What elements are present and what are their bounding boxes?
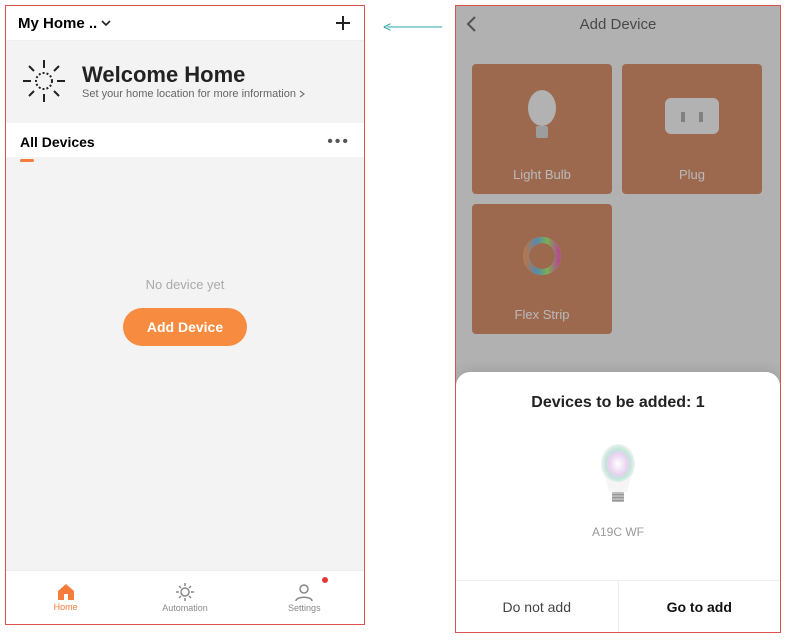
notification-badge: [322, 577, 328, 583]
chevron-right-icon: [298, 90, 306, 98]
tabs-row: All Devices •••: [6, 123, 364, 157]
sheet-actions: Do not add Go to add: [456, 580, 780, 632]
go-to-add-button[interactable]: Go to add: [619, 581, 781, 632]
empty-message: No device yet: [146, 277, 225, 292]
set-location-link[interactable]: Set your home location for more informat…: [82, 88, 306, 100]
add-device-button[interactable]: Add Device: [123, 308, 247, 346]
nav-automation[interactable]: Automation: [125, 571, 244, 624]
tab-all-devices[interactable]: All Devices: [20, 134, 95, 150]
home-screen: My Home .. Welcome Home Set your home lo…: [5, 5, 365, 625]
welcome-section: Welcome Home Set your home location for …: [6, 41, 364, 123]
flow-arrow-icon: [378, 22, 448, 32]
nav-settings-label: Settings: [288, 603, 321, 613]
welcome-title: Welcome Home: [82, 62, 306, 88]
welcome-text: Welcome Home Set your home location for …: [82, 62, 306, 100]
nav-home-label: Home: [54, 602, 78, 612]
header: My Home ..: [6, 6, 364, 41]
device-model: A19C WF: [592, 525, 644, 539]
do-not-add-button[interactable]: Do not add: [456, 581, 619, 632]
home-label: My Home ..: [18, 15, 97, 32]
bottom-nav: Home Automation Settings: [6, 570, 364, 624]
nav-automation-label: Automation: [162, 603, 208, 613]
automation-icon: [175, 582, 195, 602]
welcome-subtitle: Set your home location for more informat…: [82, 88, 296, 100]
add-device-screen: Add Device Light Bulb Plug: [455, 5, 781, 633]
found-device-icon: [595, 442, 641, 515]
add-icon[interactable]: [334, 14, 352, 32]
device-list-empty: No device yet Add Device: [6, 162, 364, 570]
nav-home[interactable]: Home: [6, 571, 125, 624]
settings-icon: [294, 582, 314, 602]
nav-settings[interactable]: Settings: [245, 571, 364, 624]
chevron-down-icon: [101, 18, 111, 28]
found-device-sheet: Devices to be added: 1 A19C WF Do not ad…: [456, 372, 780, 632]
more-icon[interactable]: •••: [327, 133, 350, 151]
home-icon: [56, 583, 76, 601]
sun-icon: [20, 57, 68, 105]
home-selector[interactable]: My Home ..: [18, 15, 111, 32]
sheet-title: Devices to be added: 1: [531, 394, 704, 412]
